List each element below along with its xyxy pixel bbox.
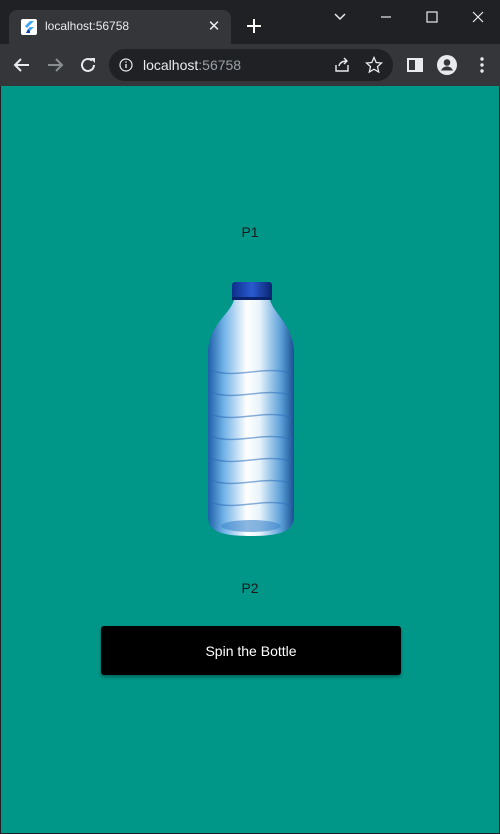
- player-top-label: P1: [241, 224, 259, 240]
- tab-close-icon[interactable]: ✕: [205, 18, 223, 36]
- browser-tab[interactable]: localhost:56758 ✕: [9, 10, 231, 44]
- browser-toolbar: localhost:56758: [0, 44, 500, 86]
- profile-avatar-icon[interactable]: [435, 53, 459, 77]
- tab-title: localhost:56758: [45, 19, 130, 33]
- tab-search-chevron-down-icon[interactable]: [329, 6, 351, 28]
- browser-tab-bar: localhost:56758 ✕: [0, 0, 500, 44]
- player-bottom-label: P2: [241, 580, 259, 596]
- water-bottle-image[interactable]: [204, 280, 298, 538]
- site-info-icon[interactable]: [119, 58, 133, 72]
- address-bar[interactable]: localhost:56758: [109, 49, 393, 81]
- bookmark-star-icon[interactable]: [365, 56, 383, 74]
- side-panel-icon[interactable]: [403, 53, 427, 77]
- more-menu-icon[interactable]: [470, 53, 494, 77]
- share-icon[interactable]: [333, 56, 351, 74]
- app-page: P1 P2 Spin the Bottle: [1, 86, 499, 833]
- back-arrow-icon[interactable]: [10, 53, 34, 77]
- url-text: localhost:56758: [143, 57, 241, 73]
- forward-arrow-icon[interactable]: [43, 53, 67, 77]
- minimize-icon[interactable]: [375, 6, 397, 28]
- new-tab-icon[interactable]: [243, 15, 265, 37]
- reload-icon[interactable]: [76, 53, 100, 77]
- maximize-icon[interactable]: [421, 6, 443, 28]
- url-port: :56758: [198, 57, 242, 73]
- close-window-icon[interactable]: [467, 6, 489, 28]
- url-host: localhost: [143, 57, 199, 73]
- flutter-icon: [21, 19, 37, 35]
- spin-bottle-button[interactable]: Spin the Bottle: [101, 626, 401, 675]
